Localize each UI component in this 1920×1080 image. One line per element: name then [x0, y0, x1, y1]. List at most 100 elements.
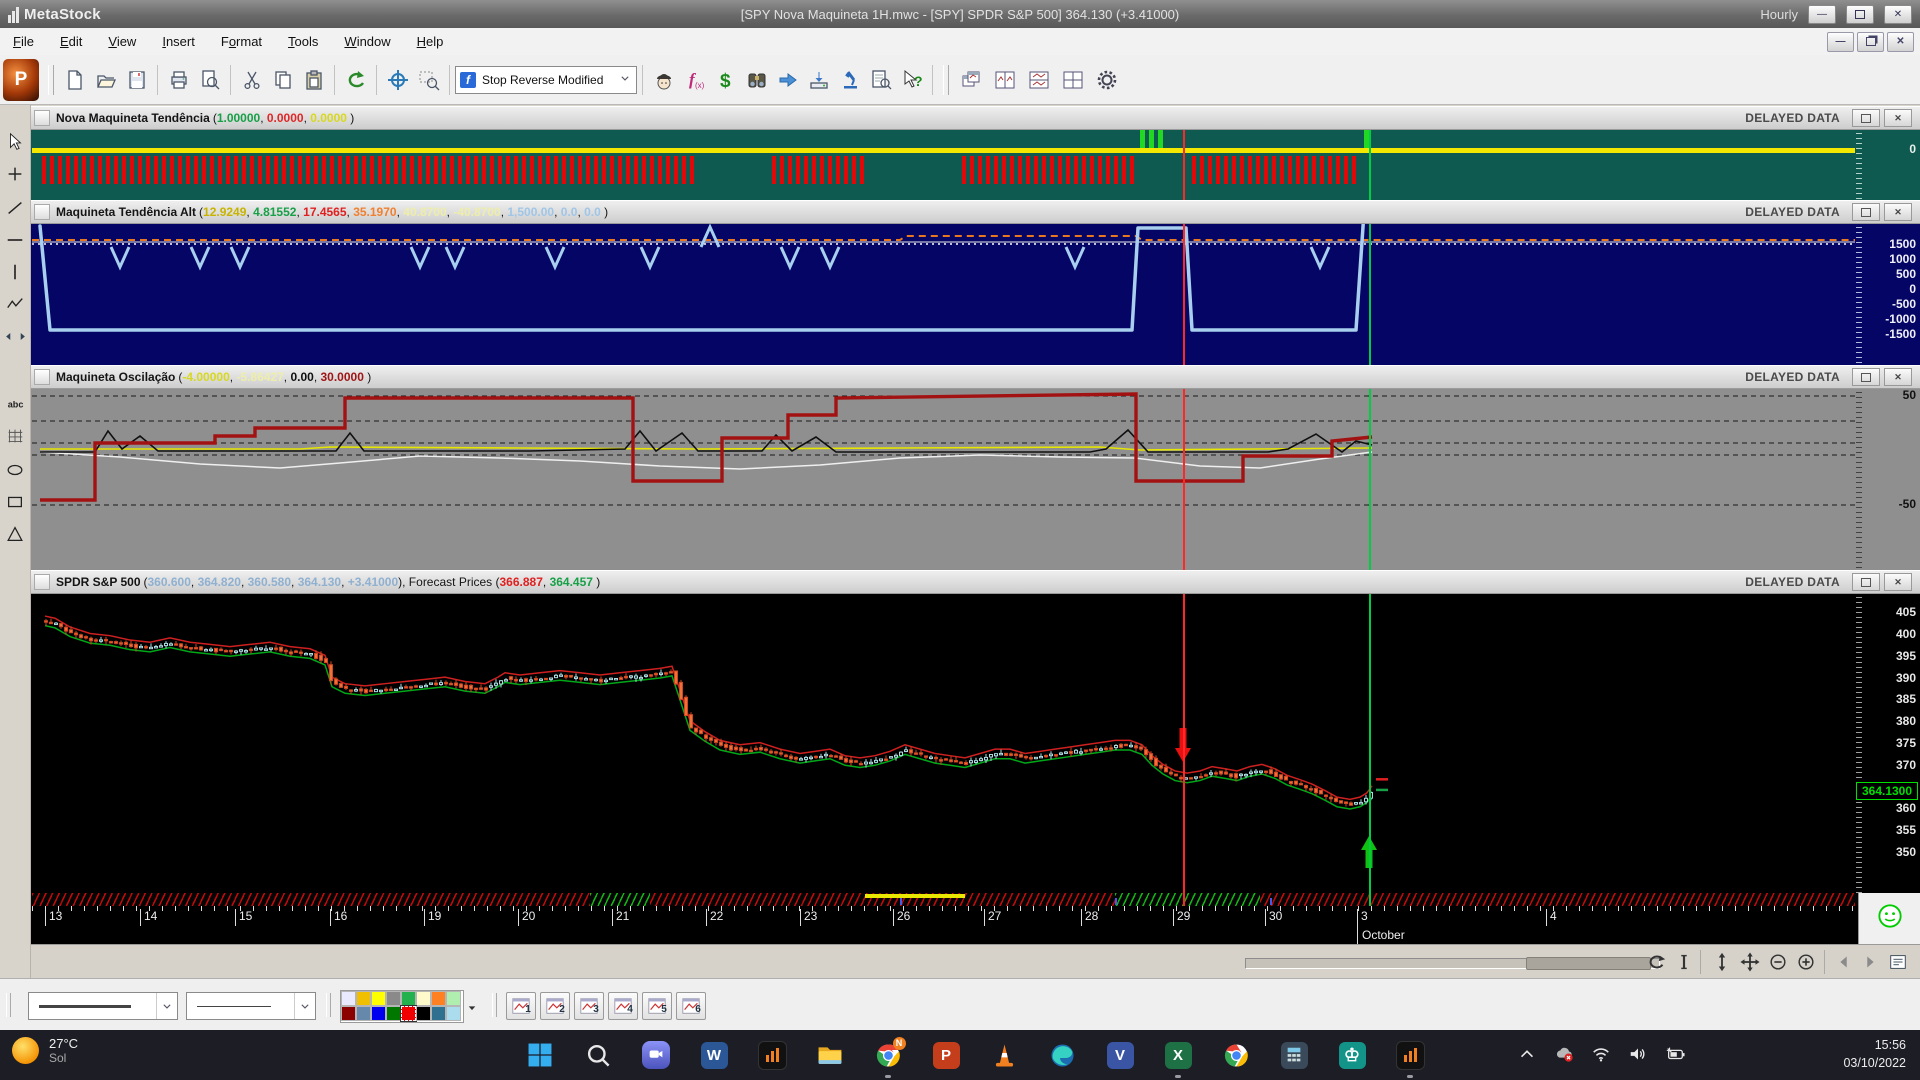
- panel-grip[interactable]: [34, 204, 50, 220]
- horizontal-line-button[interactable]: [3, 228, 27, 252]
- step-left-button[interactable]: [1832, 950, 1856, 974]
- panel-close-button[interactable]: ✕: [1884, 203, 1912, 221]
- panel-grip[interactable]: [34, 110, 50, 126]
- color-swatch[interactable]: [371, 1006, 386, 1021]
- triangle-tool-button[interactable]: [3, 522, 27, 546]
- pointer-button[interactable]: [3, 130, 27, 154]
- color-swatch[interactable]: [416, 1006, 431, 1021]
- ellipse-tool-button[interactable]: [3, 458, 27, 482]
- plot-spdr-sp500[interactable]: [32, 592, 1855, 893]
- taskbar-app-excel[interactable]: X: [1159, 1036, 1197, 1074]
- panel-close-button[interactable]: ✕: [1884, 368, 1912, 386]
- color-swatch[interactable]: [431, 1006, 446, 1021]
- downloader-button[interactable]: [804, 65, 833, 95]
- chart-layout-button-5[interactable]: 5: [642, 992, 672, 1020]
- open-chart-button[interactable]: [91, 65, 120, 95]
- report-viewer-button[interactable]: [866, 65, 895, 95]
- taskbar-app-chess[interactable]: ♔: [1333, 1036, 1371, 1074]
- context-help-button[interactable]: ?: [897, 65, 926, 95]
- taskbar-app-explorer[interactable]: [811, 1036, 849, 1074]
- taskbar-app-start[interactable]: [521, 1036, 559, 1074]
- mdi-minimize-button[interactable]: —: [1827, 32, 1854, 52]
- menu-item-view[interactable]: View: [95, 30, 149, 53]
- chart-layout-button-6[interactable]: 6: [676, 992, 706, 1020]
- crosshair-plus-button[interactable]: [3, 162, 27, 186]
- menu-item-tools[interactable]: Tools: [275, 30, 331, 53]
- refresh-button[interactable]: [1645, 950, 1669, 974]
- trendline-button[interactable]: [3, 196, 27, 220]
- color-swatch[interactable]: [356, 991, 371, 1006]
- print-preview-button[interactable]: [195, 65, 224, 95]
- move-all-button[interactable]: [1738, 950, 1762, 974]
- cascade-windows-button[interactable]: [955, 65, 987, 95]
- menu-item-edit[interactable]: Edit: [47, 30, 95, 53]
- menu-item-file[interactable]: File: [0, 30, 47, 53]
- volume-icon[interactable]: [1628, 1044, 1648, 1064]
- zoom-area-button[interactable]: [414, 65, 443, 95]
- color-swatch[interactable]: [341, 1006, 356, 1021]
- color-swatch[interactable]: [446, 1006, 461, 1021]
- tile-horizontal-button[interactable]: [1023, 65, 1055, 95]
- window-maximize-button[interactable]: [1846, 5, 1874, 24]
- taskbar-app-search[interactable]: [579, 1036, 617, 1074]
- taskbar-app-chrome[interactable]: [1217, 1036, 1255, 1074]
- mdi-close-button[interactable]: ✕: [1887, 32, 1914, 52]
- color-swatch[interactable]: [386, 1006, 401, 1021]
- color-swatch[interactable]: [356, 1006, 371, 1021]
- panel-grip[interactable]: [34, 369, 50, 385]
- menu-item-window[interactable]: Window: [331, 30, 403, 53]
- taskbar-app-visio[interactable]: V: [1101, 1036, 1139, 1074]
- color-swatch[interactable]: [371, 991, 386, 1006]
- battery-icon[interactable]: [1665, 1044, 1685, 1064]
- chart-layout-button-1[interactable]: 1: [506, 992, 536, 1020]
- scrollbar-thumb[interactable]: [1526, 957, 1651, 970]
- workspace-options-button[interactable]: [1091, 65, 1123, 95]
- menu-item-format[interactable]: Format: [208, 30, 275, 53]
- taskbar-app-powerpoint[interactable]: P: [927, 1036, 965, 1074]
- template-dropdown[interactable]: fStop Reverse Modified: [455, 66, 637, 94]
- chart-layout-button-3[interactable]: 3: [574, 992, 604, 1020]
- weather-widget[interactable]: 27°C Sol: [12, 1036, 78, 1065]
- panel-restore-button[interactable]: [1852, 203, 1880, 221]
- crosshair-tool-button[interactable]: [383, 65, 412, 95]
- onedrive-error-icon[interactable]: [1554, 1044, 1574, 1064]
- taskbar-clock[interactable]: 15:56 03/10/2022: [1843, 1036, 1906, 1072]
- microscope-view-button[interactable]: [835, 65, 864, 95]
- taskbar-app-metastock[interactable]: [753, 1036, 791, 1074]
- bar-cursor-button[interactable]: [1672, 950, 1696, 974]
- chart-layout-button-2[interactable]: 2: [540, 992, 570, 1020]
- panel-restore-button[interactable]: [1852, 573, 1880, 591]
- menu-item-insert[interactable]: Insert: [149, 30, 208, 53]
- color-swatch[interactable]: [386, 991, 401, 1006]
- new-chart-button[interactable]: [60, 65, 89, 95]
- expert-advisor-button[interactable]: [649, 65, 678, 95]
- taskbar-app-edge[interactable]: [1043, 1036, 1081, 1074]
- taskbar-app-chrome-n[interactable]: N: [869, 1036, 907, 1074]
- color-swatch[interactable]: [416, 991, 431, 1006]
- panel-close-button[interactable]: ✕: [1884, 109, 1912, 127]
- panel-grip[interactable]: [34, 574, 50, 590]
- zigzag-line-button[interactable]: [3, 292, 27, 316]
- rectangle-tool-button[interactable]: [3, 490, 27, 514]
- indicator-builder-button[interactable]: f(x): [680, 65, 709, 95]
- explorer-binoculars-button[interactable]: [742, 65, 771, 95]
- menu-item-help[interactable]: Help: [404, 30, 457, 53]
- window-minimize-button[interactable]: —: [1808, 5, 1836, 24]
- line-weight-dropdown[interactable]: [186, 992, 316, 1020]
- save-chart-button[interactable]: [122, 65, 151, 95]
- taskbar-app-calculator[interactable]: [1275, 1036, 1313, 1074]
- expand-vertical-button[interactable]: [1710, 950, 1734, 974]
- grid-tool-button[interactable]: [3, 424, 27, 448]
- plot-maquineta-oscilacao[interactable]: [32, 387, 1855, 570]
- cut-button[interactable]: [237, 65, 266, 95]
- line-style-dropdown[interactable]: [28, 992, 178, 1020]
- palette-dropdown-arrow[interactable]: [466, 1001, 478, 1019]
- panel-restore-button[interactable]: [1852, 368, 1880, 386]
- print-button[interactable]: [164, 65, 193, 95]
- scroll-right-button[interactable]: [15, 324, 29, 348]
- taskbar-app-metastock-2[interactable]: [1391, 1036, 1429, 1074]
- go-to-button[interactable]: [773, 65, 802, 95]
- zoom-in-button[interactable]: [1794, 950, 1818, 974]
- taskbar-app-word[interactable]: W: [695, 1036, 733, 1074]
- paste-button[interactable]: [299, 65, 328, 95]
